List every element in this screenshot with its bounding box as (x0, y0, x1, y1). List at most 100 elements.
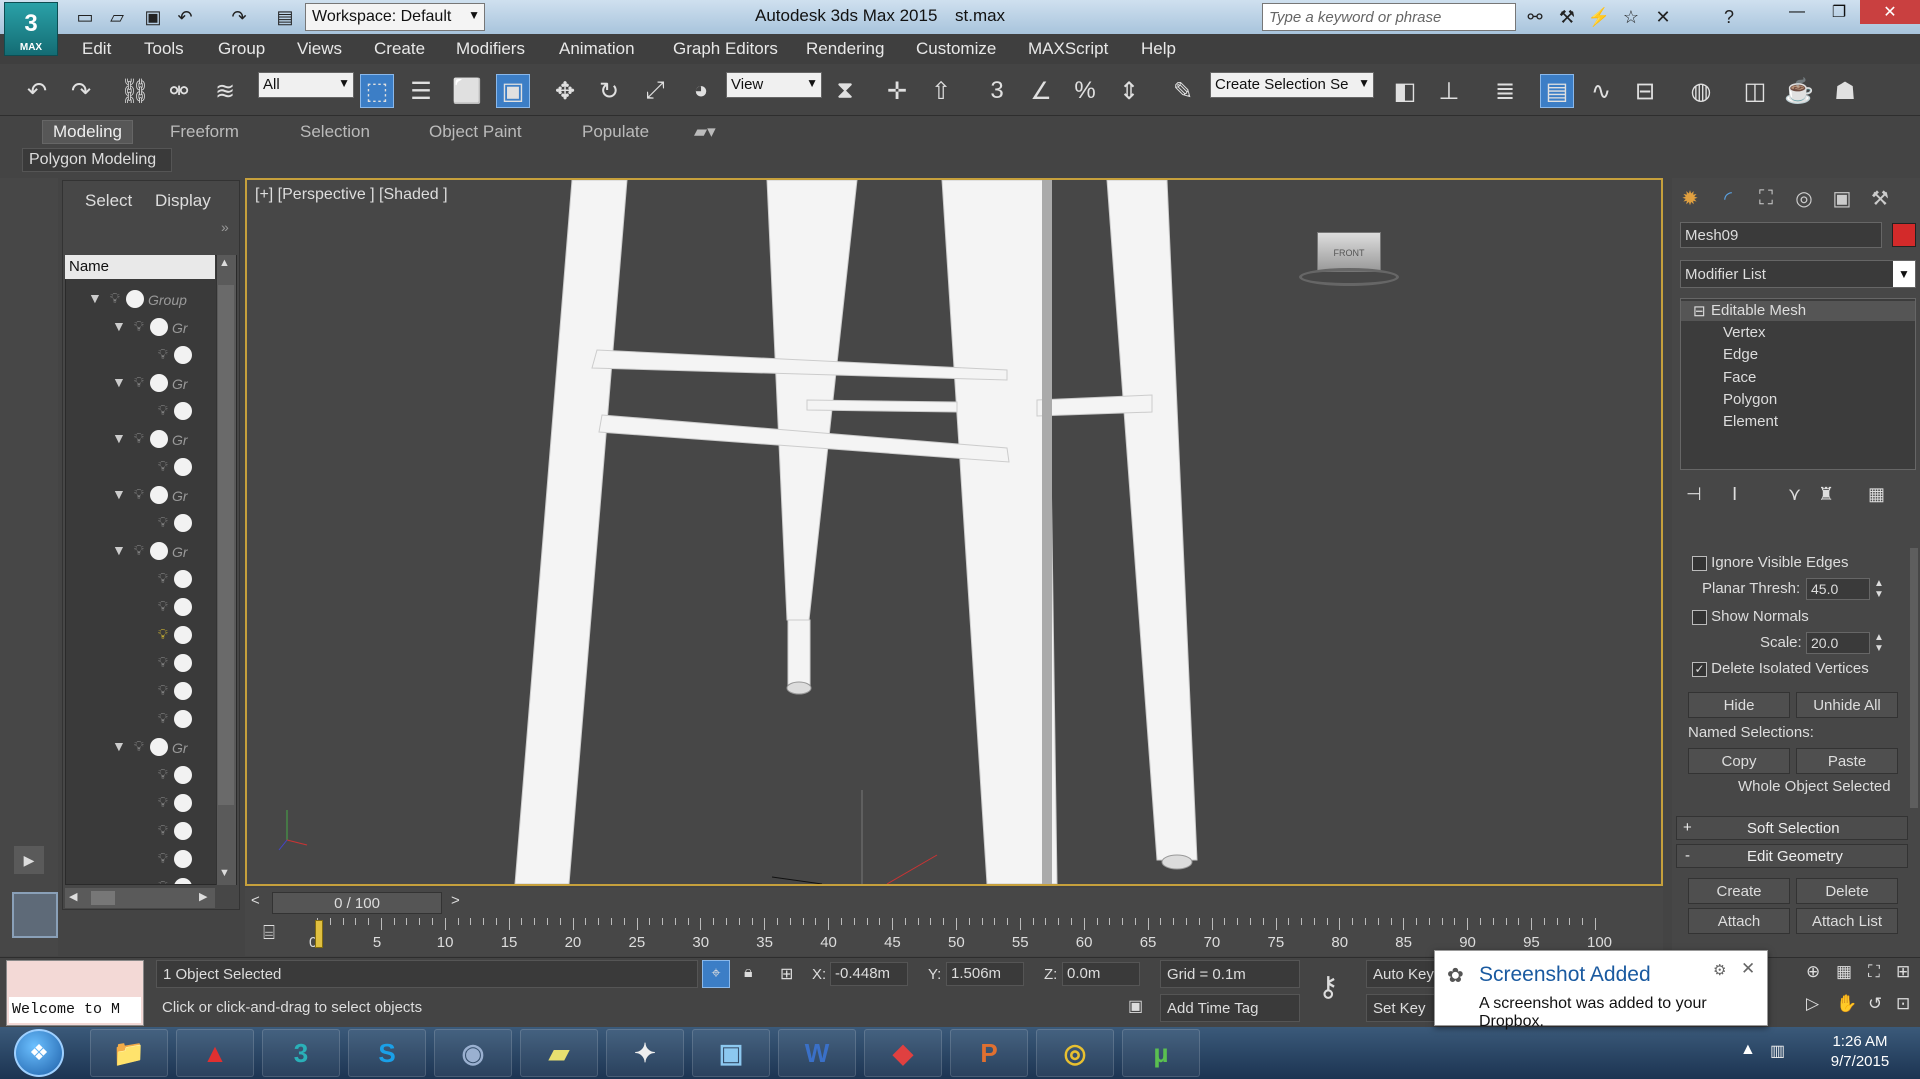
stack-edge[interactable]: Edge (1723, 346, 1758, 363)
light-bulb-icon[interactable]: 💡︎ (158, 598, 168, 615)
tree-row[interactable]: 💡︎ (66, 790, 236, 818)
tree-row[interactable]: 💡︎ (66, 454, 236, 482)
key-icon[interactable]: ⚷ (1318, 970, 1339, 1003)
scroll-up-icon[interactable]: ▲ (219, 257, 230, 269)
tree-row[interactable]: 💡︎ (66, 566, 236, 594)
tab-selection[interactable]: Selection (300, 122, 370, 142)
object-color-swatch[interactable] (1892, 223, 1916, 247)
light-bulb-icon[interactable]: 💡︎ (134, 374, 144, 391)
render-toggle-icon[interactable] (174, 794, 192, 812)
modifier-list-dropdown[interactable]: Modifier List ▼ (1680, 260, 1916, 288)
minimize-button[interactable]: — (1776, 0, 1818, 24)
ignore-visible-edges-row[interactable]: Ignore Visible Edges (1692, 554, 1849, 571)
menu-create[interactable]: Create (374, 39, 425, 59)
edit-geometry-rollout[interactable]: - Edit Geometry (1676, 844, 1908, 868)
tree-row[interactable]: 💡︎ (66, 678, 236, 706)
pan-view-icon[interactable]: ✋ (1836, 994, 1857, 1014)
show-normals-row[interactable]: Show Normals (1692, 608, 1809, 625)
snaps-toggle-icon[interactable]: 3 (980, 74, 1014, 108)
scale-icon[interactable]: ⤢ (638, 74, 672, 108)
render-production-icon[interactable]: ☗ (1828, 74, 1862, 108)
redo-icon[interactable]: ↷ (226, 5, 252, 29)
tree-row[interactable]: ▼ 💡︎ Gr (66, 482, 236, 510)
render-toggle-icon[interactable] (150, 738, 168, 756)
render-toggle-icon[interactable] (174, 458, 192, 476)
search-input[interactable]: Type a keyword or phrase (1262, 3, 1516, 31)
new-file-icon[interactable]: ▭ (72, 5, 98, 29)
select-object-icon[interactable]: ⬚ (360, 74, 394, 108)
expand-triangle-icon[interactable]: ▼ (112, 486, 126, 502)
explorer-tab-display[interactable]: Display (155, 191, 211, 211)
light-bulb-icon[interactable]: 💡︎ (158, 626, 168, 643)
polygon-modeling-panel[interactable]: Polygon Modeling (22, 148, 172, 172)
z-coordinate[interactable]: 0.0m (1062, 962, 1140, 986)
settings-icon[interactable]: ⚙ (1713, 961, 1726, 979)
viewcube-ring[interactable] (1299, 268, 1399, 286)
workspace-dropdown[interactable]: Workspace: Default ▼ (305, 3, 485, 31)
render-toggle-icon[interactable] (174, 626, 192, 644)
viewcube[interactable]: FRONT (1317, 232, 1381, 272)
taskbar-powerpoint-icon[interactable]: P (950, 1029, 1028, 1077)
render-setup-icon[interactable]: ◫ (1738, 74, 1772, 108)
menu-graph-editors[interactable]: Graph Editors (673, 39, 778, 59)
redo-icon[interactable]: ↷ (64, 74, 98, 108)
rectangular-selection-icon[interactable]: ⬜ (450, 74, 484, 108)
pin-stack-icon[interactable]: ⊣ (1686, 484, 1702, 505)
render-toggle-icon[interactable] (174, 654, 192, 672)
render-toggle-icon[interactable] (174, 850, 192, 868)
stack-editable-mesh[interactable]: Editable Mesh (1711, 302, 1806, 319)
time-next-button[interactable]: > (451, 892, 460, 909)
menu-maxscript[interactable]: MAXScript (1028, 39, 1108, 59)
tree-row[interactable]: 💡︎ (66, 706, 236, 734)
curve-editor-icon[interactable]: ∿ (1584, 74, 1618, 108)
show-end-result-icon[interactable]: Ⅰ (1732, 484, 1737, 505)
light-bulb-icon[interactable]: 💡︎ (158, 570, 168, 587)
open-file-icon[interactable]: ▱ (104, 5, 130, 29)
taskbar-utorrent-icon[interactable]: µ (1122, 1029, 1200, 1077)
maximize-button[interactable]: ❐ (1818, 0, 1860, 24)
light-bulb-icon[interactable]: 💡︎ (110, 290, 120, 307)
light-bulb-icon[interactable]: 💡︎ (134, 486, 144, 503)
help-icon[interactable]: ? (1716, 5, 1742, 29)
remove-modifier-icon[interactable]: ♜ (1818, 484, 1834, 505)
link-icon[interactable]: ⛓ (118, 74, 152, 108)
render-toggle-icon[interactable] (174, 878, 192, 884)
light-bulb-icon[interactable]: 💡︎ (158, 654, 168, 671)
render-toggle-icon[interactable] (150, 486, 168, 504)
render-toggle-icon[interactable] (174, 346, 192, 364)
tree-row[interactable]: 💡︎ (66, 510, 236, 538)
menu-tools[interactable]: Tools (144, 39, 184, 59)
stack-vertex[interactable]: Vertex (1723, 324, 1766, 341)
render-toggle-icon[interactable] (126, 290, 144, 308)
expand-triangle-icon[interactable]: ▼ (112, 374, 126, 390)
light-bulb-icon[interactable]: 💡︎ (134, 738, 144, 755)
render-toggle-icon[interactable] (174, 766, 192, 784)
close-button[interactable]: ✕ (1860, 0, 1920, 24)
unhide-all-button[interactable]: Unhide All (1796, 692, 1898, 718)
light-bulb-icon[interactable]: 💡︎ (158, 850, 168, 867)
configure-sets-icon[interactable]: ▦ (1868, 484, 1885, 505)
scroll-right-icon[interactable]: ▶ (199, 890, 207, 903)
hierarchy-tab-icon[interactable]: ⛶ (1750, 183, 1782, 213)
network-icon[interactable]: ▥ (1770, 1041, 1785, 1061)
selection-filter-dropdown[interactable]: All ▼ (258, 72, 354, 98)
ref-coord-dropdown[interactable]: View ▼ (726, 72, 822, 98)
material-editor-icon[interactable]: ◍ (1684, 74, 1718, 108)
field-of-view-icon[interactable]: ⊡ (1896, 994, 1910, 1014)
menu-edit[interactable]: Edit (82, 39, 111, 59)
tree-horizontal-scrollbar[interactable]: ◀ ▶ (65, 888, 215, 908)
display-tab-icon[interactable]: ▣ (1826, 183, 1858, 213)
unlink-icon[interactable]: ⚮ (162, 74, 196, 108)
spinner-snap-icon[interactable]: ⇕ (1112, 74, 1146, 108)
time-slider[interactable]: 0 / 100 (272, 892, 442, 914)
app-logo[interactable]: 3 MAX (4, 2, 58, 56)
render-toggle-icon[interactable] (150, 318, 168, 336)
tree-row[interactable]: 💡︎ (66, 874, 236, 884)
attach-list-button[interactable]: Attach List (1796, 908, 1898, 934)
light-bulb-icon[interactable]: 💡︎ (158, 346, 168, 363)
tree-row[interactable]: 💡︎ (66, 398, 236, 426)
keyboard-shortcut-icon[interactable]: ⇧ (924, 74, 958, 108)
expand-triangle-icon[interactable]: ▼ (112, 542, 126, 558)
time-prev-button[interactable]: < (251, 892, 260, 909)
tab-populate[interactable]: Populate (582, 122, 649, 142)
